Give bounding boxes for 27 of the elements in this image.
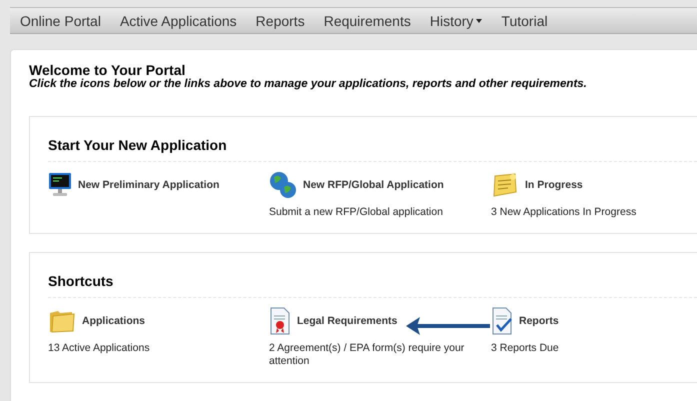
nav-link[interactable]: Tutorial [501, 12, 548, 28]
caret-icon [476, 18, 482, 22]
welcome-title: Welcome to Your Portal [29, 62, 186, 78]
nav-link[interactable]: Online Portal [20, 12, 101, 28]
nav-link[interactable]: History [430, 12, 482, 28]
item-description: 2 Agreement(s) / EPA form(s) require your attention [269, 342, 466, 368]
nav-link[interactable]: Requirements [324, 12, 411, 28]
shortcut-link[interactable]: Applications [82, 315, 146, 327]
section-title: Start Your New Application [48, 137, 697, 162]
shortcut-link[interactable]: New RFP/Global Application [303, 179, 444, 191]
welcome-subtitle: Click the icons below or the links above to manage your applications, reports and other requirements. [29, 78, 588, 90]
monitor-icon[interactable] [48, 172, 72, 198]
nav-link[interactable]: Active Applications [120, 12, 237, 28]
item-description: 3 New Applications In Progress [491, 206, 638, 219]
certificate-document-icon[interactable] [269, 307, 291, 335]
shortcut-link[interactable]: New Preliminary Application [78, 179, 220, 191]
shortcut-link[interactable]: In Progress [525, 179, 583, 191]
item-description: Submit a new RFP/Global application [269, 206, 444, 219]
item-description: 3 Reports Due [491, 342, 560, 355]
checked-document-icon[interactable] [491, 307, 513, 335]
notepad-icon[interactable] [491, 172, 519, 198]
shortcut-link[interactable]: Reports [519, 315, 559, 327]
shortcut-link[interactable]: Legal Requirements [297, 315, 398, 327]
section-title: Shortcuts [48, 273, 697, 298]
nav-link[interactable]: Reports [256, 12, 305, 28]
globe-icon[interactable] [269, 171, 297, 199]
item-description: 13 Active Applications [48, 342, 151, 355]
